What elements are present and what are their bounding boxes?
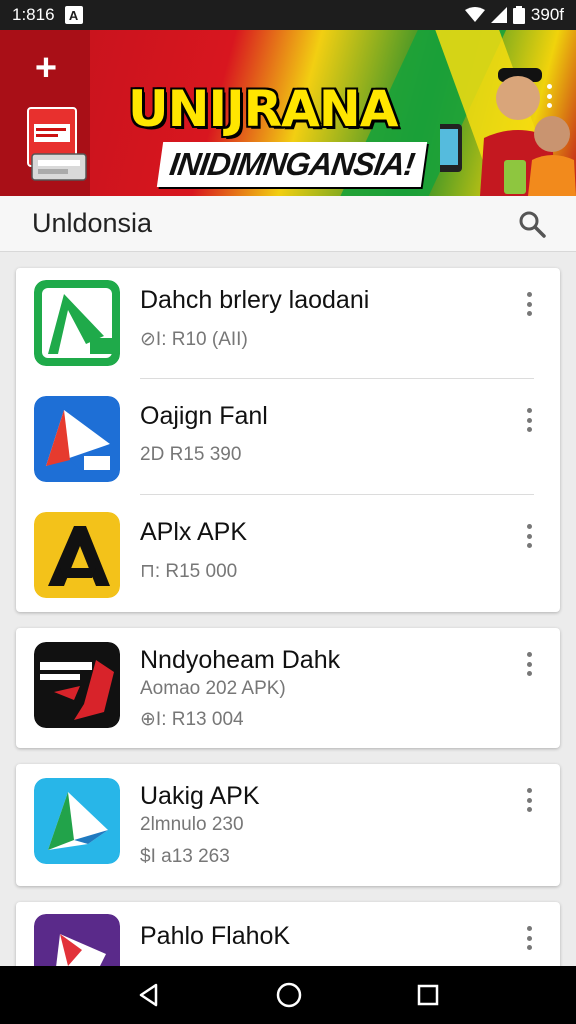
promo-people-image <box>440 68 576 196</box>
app-name: Dahch brlery laodani <box>140 286 370 314</box>
app-icon <box>34 778 120 864</box>
app-name: Uakig APK <box>140 782 260 810</box>
home-icon[interactable] <box>275 981 303 1009</box>
app-name: Oajign Fanl <box>140 402 268 430</box>
app-icon <box>34 280 120 366</box>
signal-icon <box>490 7 507 23</box>
more-options-button[interactable] <box>524 524 534 548</box>
app-row[interactable]: Dahch brlery laodani ⊘I: R10 (AII) <box>16 268 560 379</box>
battery-icon <box>512 6 525 24</box>
banner-title: UNIJRANA <box>128 80 398 138</box>
app-meta: 2D R15 390 <box>140 444 242 465</box>
navigation-bar <box>0 966 576 1024</box>
divider <box>140 378 534 379</box>
app-icon <box>34 396 120 482</box>
calendar-promo-icon <box>27 107 87 181</box>
add-button[interactable]: + <box>28 49 64 88</box>
app-name: Pahlo FlahoK <box>140 922 291 950</box>
search-icon[interactable] <box>518 210 546 238</box>
app-meta: $I a13 263 <box>140 846 230 867</box>
app-icon <box>34 642 120 728</box>
app-name: Nndyoheam Dahk <box>140 646 341 674</box>
app-row[interactable]: Uakig APK 2lmnulo 230 $I a13 263 <box>16 768 560 878</box>
more-options-button[interactable] <box>524 408 534 432</box>
recents-icon[interactable] <box>416 983 440 1007</box>
app-row[interactable]: Nndyoheam Dahk Aomao 202 APK) ⊕I: R13 00… <box>16 632 560 742</box>
app-row[interactable]: APlx APK ⊓: R15 000 <box>16 500 560 610</box>
app-meta: Aomao 202 APK) <box>140 678 286 699</box>
more-options-button[interactable] <box>524 788 534 812</box>
app-meta: 2lmnulo 230 <box>140 814 244 835</box>
app-card: Pahlo FlahoK <box>16 902 560 972</box>
search-bar[interactable]: Unldonsia <box>0 196 576 252</box>
app-meta: ⊕I: R13 004 <box>140 709 244 730</box>
search-input[interactable]: Unldonsia <box>32 208 152 239</box>
app-meta: ⊘I: R10 (AII) <box>140 329 248 350</box>
promo-banner[interactable]: + UNIJRANA INIDIMNGANSIA! <box>0 30 576 196</box>
banner-subtitle: INIDIMNGANSIA! <box>156 142 427 187</box>
banner-menu-button[interactable] <box>544 84 554 108</box>
status-bar: 1:816 A 390f <box>0 0 576 30</box>
back-icon[interactable] <box>136 982 162 1008</box>
app-list-card: Dahch brlery laodani ⊘I: R10 (AII) Oajig… <box>16 268 560 612</box>
app-row[interactable]: Pahlo FlahoK <box>16 902 560 972</box>
notification-icon: A <box>64 6 83 24</box>
more-options-button[interactable] <box>524 926 534 950</box>
wifi-icon <box>464 7 485 22</box>
app-card: Uakig APK 2lmnulo 230 $I a13 263 <box>16 764 560 886</box>
app-meta: ⊓: R15 000 <box>140 561 238 582</box>
app-name: APlx APK <box>140 518 247 546</box>
app-icon <box>34 914 120 972</box>
battery-label: 390f <box>530 5 564 24</box>
more-options-button[interactable] <box>524 652 534 676</box>
app-row[interactable]: Oajign Fanl 2D R15 390 <box>16 384 560 495</box>
status-time: 1:816 <box>12 5 55 24</box>
more-options-button[interactable] <box>524 292 534 316</box>
app-card: Nndyoheam Dahk Aomao 202 APK) ⊕I: R13 00… <box>16 628 560 748</box>
divider <box>140 494 534 495</box>
app-icon <box>34 512 120 598</box>
